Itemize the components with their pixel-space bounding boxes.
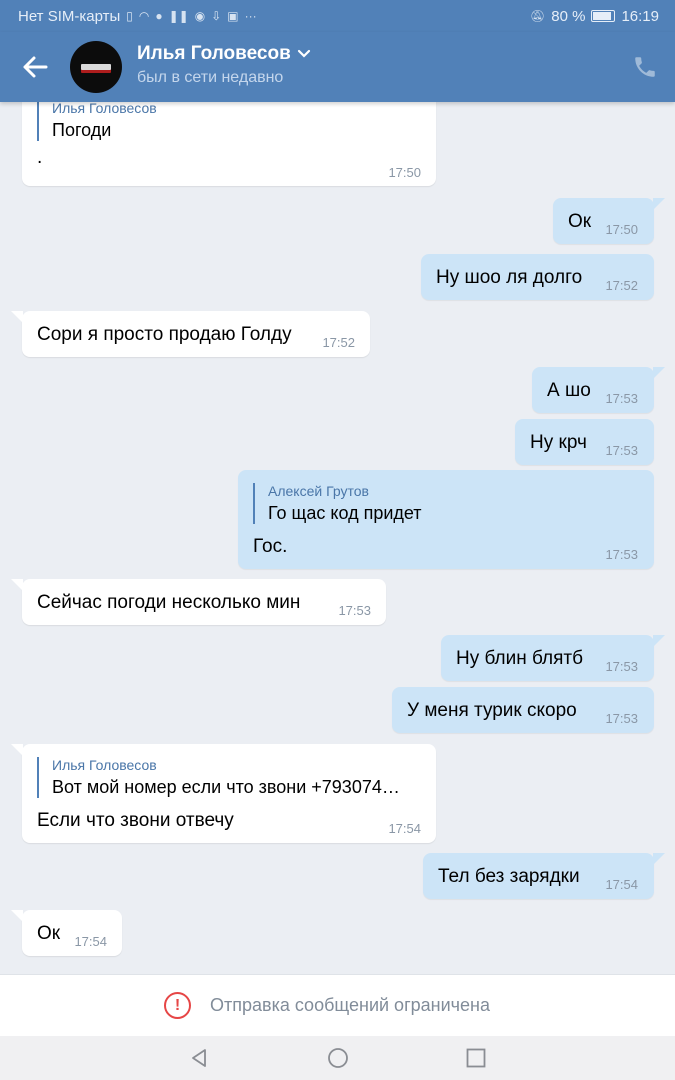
battery-icon	[591, 10, 616, 22]
phone-icon[interactable]	[632, 54, 658, 80]
bubble-tail	[653, 635, 665, 647]
quote-text: Вот мой номер если что звони +793074…	[52, 777, 400, 797]
bubble-tail	[11, 311, 23, 323]
image-icon: ▣	[227, 9, 239, 23]
message-incoming[interactable]: Илья Головесов Погоди . 17:50	[22, 92, 436, 186]
status-bar: Нет SIM-карты ▯ ◠ ● ❚❚ ◉ ⇩ ▣ ··· 🔕︎ 80 %…	[0, 0, 675, 32]
contact-name[interactable]: Илья Головесов	[137, 43, 291, 65]
bubble-tail	[653, 853, 665, 865]
avatar-logo	[81, 64, 111, 70]
quote-author: Илья Головесов	[52, 100, 157, 116]
bubble-tail	[653, 367, 665, 379]
quote-author: Алексей Грутов	[268, 483, 369, 499]
message-incoming[interactable]: Ок 17:54	[11, 910, 122, 956]
message-text: Ок	[568, 211, 592, 232]
back-arrow-icon[interactable]	[18, 50, 52, 84]
message-outgoing[interactable]: Ну крч 17:53	[515, 419, 654, 465]
mute-icon: 🔕︎	[530, 9, 546, 23]
download-icon: ⇩	[211, 9, 222, 23]
quoted-message[interactable]: Алексей Грутов Го щас код придет	[253, 483, 422, 524]
message-outgoing[interactable]: Ок 17:50	[553, 198, 665, 244]
message-time: 17:53	[605, 659, 638, 674]
quote-text: Погоди	[52, 120, 112, 140]
message-time: 17:52	[322, 335, 355, 350]
message-time: 17:54	[605, 877, 638, 892]
message-outgoing[interactable]: Ну блин блятб 17:53	[441, 635, 665, 681]
message-time: 17:52	[605, 278, 638, 293]
bubble-tail	[11, 579, 23, 591]
quote-author: Илья Головесов	[52, 757, 157, 773]
contact-status: был в сети недавно	[137, 69, 284, 86]
message-text: Ок	[37, 923, 61, 944]
message-text: Гос.	[253, 536, 288, 557]
bubble-tail	[11, 744, 23, 756]
wifi-icon: ◠	[138, 9, 150, 23]
message-text: Сори я просто продаю Голду	[37, 324, 292, 345]
message-incoming[interactable]: Сейчас погоди несколько мин 17:53	[11, 579, 386, 625]
bubble-tail	[653, 198, 665, 210]
message-outgoing[interactable]: Ну шоо ля долго 17:52	[421, 254, 654, 300]
recents-nav-icon[interactable]	[465, 1047, 487, 1069]
message-text: Если что звони отвечу	[37, 810, 234, 831]
message-time: 17:53	[605, 443, 638, 458]
message-time: 17:53	[605, 547, 638, 562]
message-text: Ну шоо ля долго	[436, 267, 583, 288]
message-incoming[interactable]: Сори я просто продаю Голду 17:52	[11, 311, 370, 357]
message-outgoing[interactable]: А шо 17:53	[532, 367, 665, 413]
message-text: Сейчас погоди несколько мин	[37, 592, 301, 613]
bubble-tail	[11, 910, 23, 922]
quoted-message[interactable]: Илья Головесов Вот мой номер если что зв…	[37, 757, 400, 798]
carrier-label: Нет SIM-карты	[18, 7, 121, 25]
avatar[interactable]	[70, 41, 122, 93]
message-outgoing[interactable]: Тел без зарядки 17:54	[423, 853, 665, 899]
message-incoming[interactable]: Илья Головесов Вот мой номер если что зв…	[11, 744, 436, 843]
messaging-restricted-bar: ! Отправка сообщений ограничена	[0, 974, 675, 1036]
home-nav-icon[interactable]	[327, 1047, 349, 1069]
message-text: Тел без зарядки	[438, 866, 580, 887]
message-time: 17:53	[605, 391, 638, 406]
quote-text: Го щас код придет	[268, 503, 422, 523]
chevron-down-icon[interactable]	[297, 49, 311, 59]
back-nav-icon[interactable]	[188, 1047, 210, 1069]
message-time: 17:53	[338, 603, 371, 618]
chat-header: Илья Головесов был в сети недавно	[0, 32, 675, 102]
battery-fill	[593, 12, 612, 20]
message-outgoing[interactable]: Алексей Грутов Го щас код придет Гос. 17…	[238, 470, 654, 569]
quoted-message[interactable]: Илья Головесов Погоди	[37, 100, 157, 141]
pause-icon: ❚❚	[168, 9, 189, 23]
more-icon: ···	[244, 9, 257, 23]
message-time: 17:50	[388, 165, 421, 180]
message-time: 17:54	[74, 934, 107, 949]
alert-circle-icon: !	[164, 992, 191, 1019]
message-text: Ну блин блятб	[456, 648, 583, 669]
message-text: А шо	[547, 380, 591, 401]
sim-card-icon: ▯	[126, 9, 133, 23]
message-time: 17:54	[388, 821, 421, 836]
message-outgoing[interactable]: У меня турик скоро 17:53	[392, 687, 654, 733]
message-text: У меня турик скоро	[407, 700, 577, 721]
message-text: .	[37, 147, 43, 168]
chrome-icon: ◉	[194, 9, 206, 23]
battery-percent: 80 %	[551, 7, 586, 25]
message-time: 17:50	[605, 222, 638, 237]
restricted-text: Отправка сообщений ограничена	[210, 995, 490, 1015]
message-text: Ну крч	[530, 432, 587, 453]
message-time: 17:53	[605, 711, 638, 726]
chat-icon: ●	[155, 9, 163, 23]
clock: 16:19	[621, 7, 659, 25]
system-nav-bar	[0, 1036, 675, 1080]
